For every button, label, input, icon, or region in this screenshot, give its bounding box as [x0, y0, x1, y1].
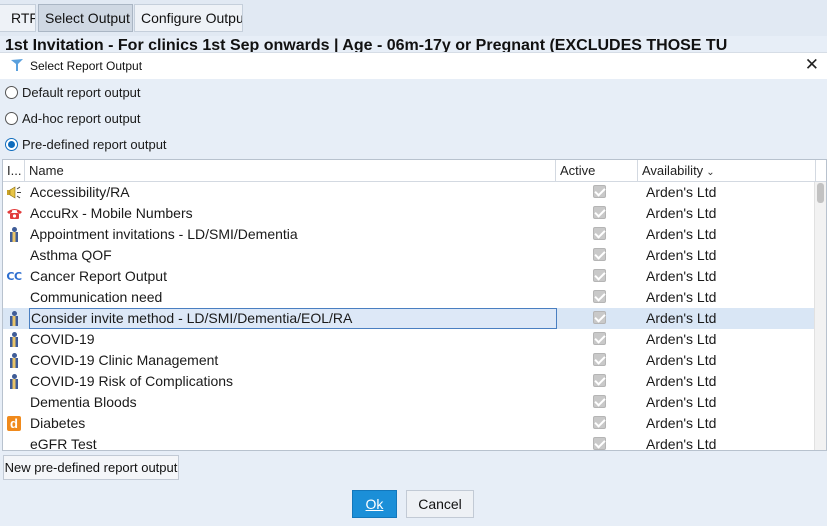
scrollbar-thumb[interactable] — [817, 183, 824, 203]
table-row[interactable]: Appointment invitations - LD/SMI/Dementi… — [3, 224, 815, 245]
row-availability: Arden's Ltd — [646, 268, 717, 284]
active-checkbox — [593, 374, 606, 387]
rtf-button[interactable]: RTF — [0, 4, 36, 32]
new-predefined-output-button[interactable]: New pre-defined report output — [3, 455, 179, 480]
table-row-selected[interactable]: Consider invite method - LD/SMI/Dementia… — [3, 308, 815, 329]
row-availability: Arden's Ltd — [646, 205, 717, 221]
grid-body: Accessibility/RA Arden's Ltd AccuRx - Mo… — [3, 182, 815, 451]
person-icon — [5, 226, 23, 243]
row-availability: Arden's Ltd — [646, 352, 717, 368]
report-output-icon — [11, 59, 23, 71]
table-row[interactable]: COVID-19 Arden's Ltd — [3, 329, 815, 350]
row-availability: Arden's Ltd — [646, 394, 717, 410]
radio-adhoc-label: Ad-hoc report output — [22, 110, 141, 126]
table-row[interactable]: COVID-19 Risk of Complications Arden's L… — [3, 371, 815, 392]
row-availability: Arden's Ltd — [646, 247, 717, 263]
close-icon[interactable]: ✕ — [805, 56, 819, 74]
active-checkbox — [593, 290, 606, 303]
active-checkbox — [593, 269, 606, 282]
row-name: Appointment invitations - LD/SMI/Dementi… — [30, 226, 298, 242]
report-toolbar: RTF Select Output Configure Output — [0, 0, 827, 36]
row-name: Diabetes — [30, 415, 86, 431]
report-output-grid: I... Name Active Availability ⌄ Accessibi… — [2, 159, 827, 451]
table-row[interactable]: COVID-19 Clinic Management Arden's Ltd — [3, 350, 815, 371]
active-checkbox — [593, 416, 606, 429]
dialog-title: Select Report Output — [30, 59, 143, 73]
radio-predefined-circle[interactable] — [5, 137, 18, 151]
row-name: Cancer Report Output — [30, 268, 167, 284]
row-name: COVID-19 Risk of Complications — [30, 373, 234, 389]
row-availability: Arden's Ltd — [646, 226, 717, 242]
row-name: Accessibility/RA — [30, 184, 130, 200]
row-availability: Arden's Ltd — [646, 310, 717, 326]
phone-icon — [5, 205, 23, 222]
radio-adhoc-circle[interactable] — [5, 111, 18, 125]
row-name: Communication need — [30, 289, 163, 305]
table-row[interactable]: Asthma QOF Arden's Ltd — [3, 245, 815, 266]
row-name: Asthma QOF — [30, 247, 112, 263]
dialog-title-bar: Select Report Output ✕ — [0, 53, 827, 79]
row-availability: Arden's Ltd — [646, 415, 717, 431]
row-name: eGFR Test — [30, 436, 97, 451]
column-header-availability-label: Availability — [642, 163, 704, 178]
row-name: Dementia Bloods — [30, 394, 137, 410]
radio-default-output[interactable]: Default report output — [5, 82, 141, 102]
row-name: AccuRx - Mobile Numbers — [30, 205, 193, 221]
row-availability: Arden's Ltd — [646, 289, 717, 305]
active-checkbox — [593, 206, 606, 219]
row-availability: Arden's Ltd — [646, 184, 717, 200]
radio-default-label: Default report output — [22, 84, 141, 100]
table-row[interactable]: Accessibility/RA Arden's Ltd — [3, 182, 815, 203]
radio-adhoc-output[interactable]: Ad-hoc report output — [5, 108, 141, 128]
select-output-button[interactable]: Select Output — [38, 4, 133, 32]
column-header-availability[interactable]: Availability ⌄ — [638, 160, 816, 182]
column-header-icon[interactable]: I... — [3, 160, 25, 182]
column-header-name[interactable]: Name — [25, 160, 556, 182]
table-row[interactable]: AccuRx - Mobile Numbers Arden's Ltd — [3, 203, 815, 224]
cancel-button[interactable]: Cancel — [406, 490, 474, 518]
speaker-icon — [5, 184, 23, 201]
grid-header: I... Name Active Availability ⌄ — [3, 160, 826, 182]
row-name: Consider invite method - LD/SMI/Dementia… — [29, 308, 557, 329]
ok-button[interactable]: Ok — [352, 490, 397, 518]
row-availability: Arden's Ltd — [646, 331, 717, 347]
active-checkbox — [593, 353, 606, 366]
table-row[interactable]: Dementia Bloods Arden's Ltd — [3, 392, 815, 413]
table-row[interactable]: eGFR Test Arden's Ltd — [3, 434, 815, 451]
radio-predefined-output[interactable]: Pre-defined report output — [5, 134, 167, 154]
table-row[interactable]: d Diabetes Arden's Ltd — [3, 413, 815, 434]
radio-default-circle[interactable] — [5, 85, 18, 99]
row-name: COVID-19 Clinic Management — [30, 352, 219, 368]
active-checkbox — [593, 227, 606, 240]
table-row[interactable]: CC Cancer Report Output Arden's Ltd — [3, 266, 815, 287]
active-checkbox — [593, 395, 606, 408]
d-icon: d — [5, 415, 23, 432]
active-checkbox — [593, 248, 606, 261]
active-checkbox — [593, 437, 606, 450]
chevron-down-icon[interactable]: ⌄ — [706, 162, 714, 182]
person-icon — [5, 352, 23, 369]
table-row[interactable]: Communication need Arden's Ltd — [3, 287, 815, 308]
person-icon — [5, 310, 23, 327]
row-name: COVID-19 — [30, 331, 95, 347]
radio-predefined-label: Pre-defined report output — [22, 136, 167, 152]
select-report-output-dialog: Select Report Output ✕ Default report ou… — [0, 52, 827, 526]
column-header-active[interactable]: Active — [556, 160, 638, 182]
rtf-button-label: RTF — [11, 10, 36, 26]
row-availability: Arden's Ltd — [646, 373, 717, 389]
active-checkbox — [593, 332, 606, 345]
active-checkbox — [593, 185, 606, 198]
person-icon — [5, 373, 23, 390]
vertical-scrollbar[interactable] — [814, 182, 826, 450]
row-availability: Arden's Ltd — [646, 436, 717, 451]
person-icon — [5, 331, 23, 348]
configure-output-button[interactable]: Configure Output — [134, 4, 243, 32]
cc-icon: CC — [6, 270, 22, 283]
active-checkbox — [593, 311, 606, 324]
